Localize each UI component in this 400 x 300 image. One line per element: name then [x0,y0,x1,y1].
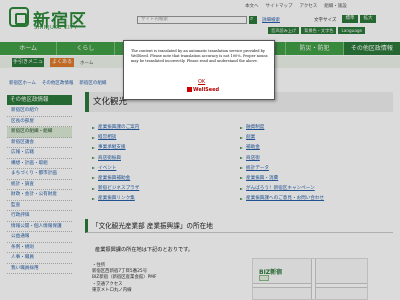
ok-button[interactable]: OK [198,79,205,85]
wellseed-logo: WellSeed [187,87,219,93]
translation-notice-text: The content is translated by an automati… [131,49,268,63]
wellseed-icon [187,87,192,92]
translation-notice-dialog: The content is translated by an automati… [123,40,275,100]
wellseed-logo-text: WellSeed [193,87,220,93]
